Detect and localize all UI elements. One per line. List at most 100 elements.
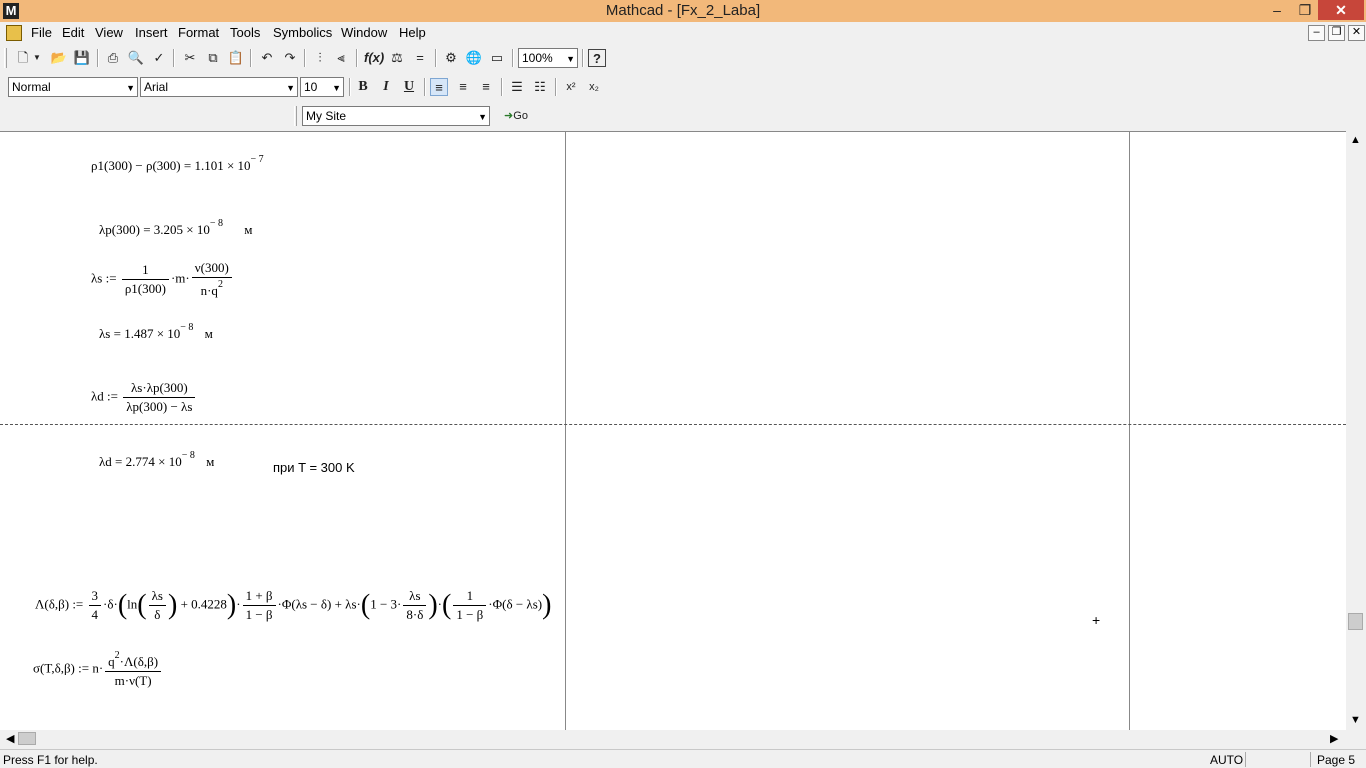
save-icon[interactable]: 💾: [73, 49, 91, 67]
fraction: λs 8·δ: [403, 588, 427, 623]
title-bar: M Mathcad - [Fx_2_Laba] – ❐ ✕: [0, 0, 1366, 22]
maximize-button[interactable]: ❐: [1290, 0, 1320, 20]
math-region-lambda-function[interactable]: Λ(δ,β) := 3 4 ·δ·(ln(λs δ) + 0.4228)· 1 + β1…: [35, 588, 551, 623]
denominator: n·q2: [192, 278, 232, 299]
cut-icon[interactable]: ✂: [181, 49, 199, 67]
menu-bar: File Edit View Insert Format Tools Symbo…: [0, 22, 1366, 44]
menu-insert[interactable]: Insert: [135, 25, 168, 40]
math-region-lambda-p[interactable]: λp(300) = 3.205 × 10− 8 м: [99, 218, 253, 238]
math-region-rho-diff[interactable]: ρ1(300) − ρ(300) = 1.101 × 10− 7: [91, 154, 264, 174]
url-select[interactable]: My Site ▼: [302, 106, 490, 126]
scroll-left-icon[interactable]: ◀: [6, 732, 14, 745]
menu-tools[interactable]: Tools: [230, 25, 260, 40]
align-left-icon[interactable]: ≡: [430, 78, 448, 96]
menu-symbolics[interactable]: Symbolics: [273, 25, 332, 40]
scroll-up-icon[interactable]: ▲: [1350, 134, 1361, 146]
document-icon[interactable]: [6, 25, 22, 41]
open-icon[interactable]: 📂: [50, 49, 68, 67]
page-break: [0, 424, 1346, 425]
undo-icon[interactable]: ↶: [258, 49, 276, 67]
math-region-lambda-s-value[interactable]: λs = 1.487 × 10− 8 м: [99, 322, 213, 342]
vertical-scrollbar[interactable]: ▲ ▼: [1346, 131, 1366, 730]
chevron-down-icon: ▼: [566, 54, 575, 64]
underline-button[interactable]: U: [400, 78, 418, 96]
math-text: ·Λ(δ,β): [119, 654, 159, 669]
math-region-lambda-s-def[interactable]: λs := 1 ρ1(300) ·m· ν(300) n·q2: [91, 260, 234, 299]
denominator: m·ν(T): [114, 673, 152, 688]
font-select[interactable]: Arial ▼: [140, 77, 298, 97]
italic-button[interactable]: I: [377, 78, 395, 96]
resource-center-icon[interactable]: 🌐: [465, 49, 483, 67]
calculate-icon[interactable]: =: [411, 49, 429, 67]
align-down-icon[interactable]: ⫷: [332, 49, 350, 67]
help-icon[interactable]: ?: [588, 49, 606, 67]
redo-icon[interactable]: ↷: [281, 49, 299, 67]
worksheet[interactable]: ρ1(300) − ρ(300) = 1.101 × 10− 7 λp(300)…: [0, 131, 1346, 730]
math-exponent: − 8: [209, 218, 224, 229]
subscript-icon[interactable]: x₂: [585, 78, 603, 96]
align-center-icon[interactable]: ≡: [454, 78, 472, 96]
fraction: 1 + β1 − β: [242, 588, 276, 623]
url-value: My Site: [306, 109, 347, 123]
zoom-select[interactable]: 100% ▼: [518, 48, 578, 68]
new-dropdown-icon[interactable]: ▼: [32, 49, 42, 67]
denominator: δ: [154, 607, 161, 622]
math-text: σ(T,δ,β) := n·: [33, 660, 104, 676]
bullet-list-icon[interactable]: ☰: [508, 78, 526, 96]
doc-close-button[interactable]: ✕: [1348, 25, 1365, 41]
scroll-right-icon[interactable]: ▶: [1330, 732, 1338, 745]
new-icon[interactable]: 🗋: [14, 49, 32, 67]
menu-help[interactable]: Help: [399, 25, 426, 40]
math-region-lambda-d-value[interactable]: λd = 2.774 × 10− 8 м: [99, 450, 214, 470]
horizontal-scrollbar[interactable]: ◀ ▶: [0, 730, 1346, 748]
math-text: λs = 1.487 × 10: [99, 326, 181, 341]
close-button[interactable]: ✕: [1318, 0, 1364, 20]
numerator: 1: [121, 262, 169, 280]
numerator: ν(300): [191, 260, 232, 278]
horizontal-scroll-thumb[interactable]: [18, 732, 36, 745]
menu-view[interactable]: View: [95, 25, 123, 40]
copy-icon[interactable]: ⧉: [204, 49, 222, 67]
denominator: λp(300) − λs: [126, 399, 193, 414]
fraction: 34: [88, 588, 102, 623]
paste-icon[interactable]: 📋: [227, 49, 245, 67]
align-right-icon[interactable]: ≡: [477, 78, 495, 96]
math-exponent: − 8: [180, 322, 194, 333]
insert-function-icon[interactable]: f(x): [364, 49, 384, 67]
numbered-list-icon[interactable]: ☷: [531, 78, 549, 96]
print-icon[interactable]: ⎙: [104, 49, 122, 67]
math-text: Λ(δ,β) :=: [35, 596, 84, 612]
text-region-temperature[interactable]: при T = 300 K: [273, 460, 355, 475]
denominator: 1 − β: [456, 607, 484, 622]
go-button[interactable]: ➜Go: [498, 107, 534, 125]
superscript-icon[interactable]: x²: [562, 78, 580, 96]
menu-format[interactable]: Format: [178, 25, 219, 40]
print-preview-icon[interactable]: 🔍: [127, 49, 145, 67]
bold-button[interactable]: B: [354, 78, 372, 96]
toolbar-grip[interactable]: [4, 48, 7, 68]
math-exponent: 2: [217, 279, 223, 290]
numerator: 1 + β: [242, 588, 276, 606]
spell-check-icon[interactable]: ✓: [150, 49, 168, 67]
insert-unit-icon[interactable]: ⚖: [388, 49, 406, 67]
minimize-button[interactable]: –: [1262, 0, 1292, 20]
menu-file[interactable]: File: [31, 25, 52, 40]
font-size-select[interactable]: 10 ▼: [300, 77, 344, 97]
window-icon[interactable]: ▭: [488, 49, 506, 67]
scroll-down-icon[interactable]: ▼: [1350, 714, 1361, 726]
menu-window[interactable]: Window: [341, 25, 387, 40]
toolbar-grip[interactable]: [294, 106, 297, 126]
component-wizard-icon[interactable]: ⚙: [442, 49, 460, 67]
menu-edit[interactable]: Edit: [62, 25, 84, 40]
style-select[interactable]: Normal ▼: [8, 77, 138, 97]
math-region-sigma-function[interactable]: σ(T,δ,β) := n· q2·Λ(δ,β) m·ν(T): [33, 650, 163, 689]
formatting-toolbar: Normal ▼ Arial ▼ 10 ▼ B I U ≡ ≡ ≡ ☰ ☷ x²…: [0, 73, 1366, 101]
status-bar: Press F1 for help. AUTO Page 5: [0, 749, 1366, 768]
window-title: Mathcad - [Fx_2_Laba]: [605, 2, 761, 19]
doc-minimize-button[interactable]: –: [1308, 25, 1325, 41]
math-region-lambda-d-def[interactable]: λd := λs·λp(300) λp(300) − λs: [91, 380, 197, 415]
align-top-icon[interactable]: ⫶: [311, 49, 329, 67]
vertical-scroll-thumb[interactable]: [1348, 613, 1363, 630]
math-text: ·δ·: [103, 596, 118, 612]
doc-restore-button[interactable]: ❐: [1328, 25, 1345, 41]
